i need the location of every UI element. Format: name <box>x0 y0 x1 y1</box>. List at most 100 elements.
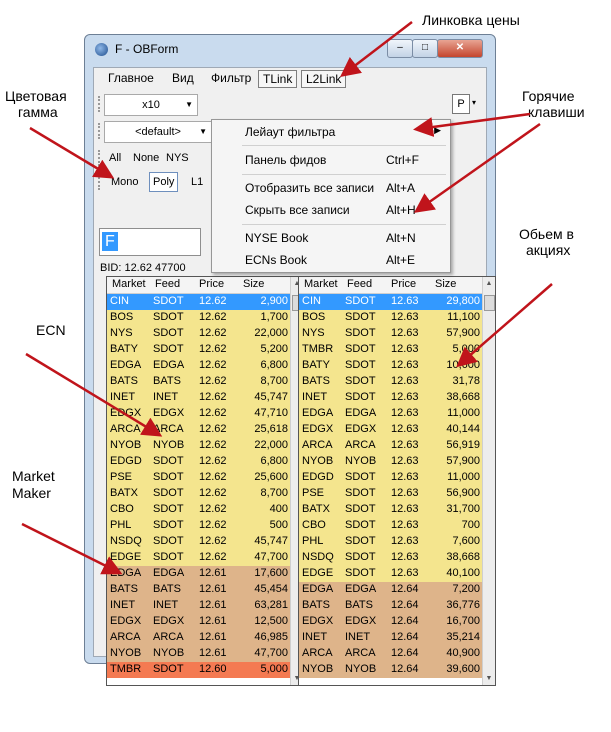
table-row[interactable]: BATS BATS 12.61 45,454 <box>107 582 291 598</box>
ask-scrollbar[interactable]: ▲ ▼ <box>482 277 495 685</box>
menu-view[interactable]: Вид <box>172 71 194 85</box>
feed-cell: SDOT <box>153 519 184 531</box>
table-row[interactable]: ARCA ARCA 12.62 25,618 <box>107 422 291 438</box>
menu-main[interactable]: Главное <box>108 71 154 85</box>
table-row[interactable]: BOS SDOT 12.62 1,700 <box>107 310 291 326</box>
table-row[interactable]: NSDQ SDOT 12.63 38,668 <box>299 550 483 566</box>
table-row[interactable]: NYS SDOT 12.62 22,000 <box>107 326 291 342</box>
title-bar[interactable]: F - OBForm – □ ✕ <box>85 35 495 63</box>
feed-cell: SDOT <box>345 535 376 547</box>
scroll-up-icon[interactable]: ▲ <box>483 280 495 287</box>
l1-button[interactable]: L1 <box>188 173 206 191</box>
table-row[interactable]: EDGA EDGA 12.63 11,000 <box>299 406 483 422</box>
table-row[interactable]: EDGX EDGX 12.61 12,500 <box>107 614 291 630</box>
bid-table-header: Market Feed Price Size <box>107 277 291 294</box>
table-row[interactable]: NYOB NYOB 12.61 47,700 <box>107 646 291 662</box>
poly-button[interactable]: Poly <box>149 172 179 192</box>
grip-handle[interactable] <box>98 96 102 112</box>
table-row[interactable]: TMBR SDOT 12.60 5,000 <box>107 662 291 678</box>
table-row[interactable]: CIN SDOT 12.63 29,800 <box>299 294 483 310</box>
none-button[interactable]: None <box>130 149 162 167</box>
column-header-price[interactable]: Price <box>199 278 224 290</box>
table-row[interactable]: CIN SDOT 12.62 2,900 <box>107 294 291 310</box>
table-row[interactable]: EDGX EDGX 12.62 47,710 <box>107 406 291 422</box>
table-row[interactable]: CBO SDOT 12.63 700 <box>299 518 483 534</box>
mono-button[interactable]: Mono <box>108 173 142 191</box>
column-header-feed[interactable]: Feed <box>347 278 372 290</box>
table-row[interactable]: EDGA EDGA 12.62 6,800 <box>107 358 291 374</box>
grip-handle[interactable] <box>98 123 102 139</box>
table-row[interactable]: EDGX EDGX 12.63 40,144 <box>299 422 483 438</box>
menu-item-ecns-book[interactable]: ECNs Book Alt+E <box>212 250 450 270</box>
multiplier-combo[interactable]: x10 ▼ <box>104 94 198 116</box>
p-button[interactable]: P <box>452 94 470 114</box>
table-row[interactable]: EDGA EDGA 12.64 7,200 <box>299 582 483 598</box>
table-row[interactable]: INET INET 12.62 45,747 <box>107 390 291 406</box>
column-header-size[interactable]: Size <box>243 278 264 290</box>
table-row[interactable]: ARCA ARCA 12.61 46,985 <box>107 630 291 646</box>
grip-handle[interactable] <box>98 174 102 190</box>
table-row[interactable]: BATS BATS 12.62 8,700 <box>107 374 291 390</box>
table-row[interactable]: NSDQ SDOT 12.62 45,747 <box>107 534 291 550</box>
market-cell: EDGE <box>302 567 334 579</box>
scroll-down-icon[interactable]: ▼ <box>483 675 495 682</box>
close-button[interactable]: ✕ <box>437 39 483 58</box>
table-row[interactable]: NYS SDOT 12.63 57,900 <box>299 326 483 342</box>
table-row[interactable]: EDGD SDOT 12.63 11,000 <box>299 470 483 486</box>
scroll-thumb[interactable] <box>484 295 495 311</box>
table-row[interactable]: NYOB NYOB 12.62 22,000 <box>107 438 291 454</box>
column-header-market[interactable]: Market <box>112 278 146 290</box>
price-cell: 12.64 <box>391 647 419 659</box>
size-cell: 46,985 <box>254 631 288 643</box>
all-button[interactable]: All <box>106 149 124 167</box>
table-row[interactable]: EDGD SDOT 12.62 6,800 <box>107 454 291 470</box>
market-cell: BATS <box>302 599 330 611</box>
menu-filter[interactable]: Фильтр <box>211 71 251 85</box>
symbol-input[interactable]: F <box>99 228 201 256</box>
table-row[interactable]: PSE SDOT 12.63 56,900 <box>299 486 483 502</box>
table-row[interactable]: INET INET 12.64 35,214 <box>299 630 483 646</box>
column-header-size[interactable]: Size <box>435 278 456 290</box>
table-row[interactable]: BATY SDOT 12.63 10,600 <box>299 358 483 374</box>
size-cell: 1,700 <box>260 311 288 323</box>
table-row[interactable]: INET SDOT 12.63 38,668 <box>299 390 483 406</box>
tab-tlink[interactable]: TLink <box>258 70 298 88</box>
menu-item-filter-layout[interactable]: Лейаут фильтра ▶ <box>212 122 450 142</box>
table-row[interactable]: NYOB NYOB 12.63 57,900 <box>299 454 483 470</box>
table-row[interactable]: EDGA EDGA 12.61 17,600 <box>107 566 291 582</box>
table-row[interactable]: EDGE SDOT 12.62 47,700 <box>107 550 291 566</box>
overflow-chevron-icon[interactable]: ▾ <box>472 98 476 107</box>
minimize-button[interactable]: – <box>387 39 413 58</box>
table-row[interactable]: EDGX EDGX 12.64 16,700 <box>299 614 483 630</box>
table-row[interactable]: BATX SDOT 12.62 8,700 <box>107 486 291 502</box>
table-row[interactable]: BATS SDOT 12.63 31,78 <box>299 374 483 390</box>
table-row[interactable]: TMBR SDOT 12.63 5,000 <box>299 342 483 358</box>
maximize-button[interactable]: □ <box>412 39 438 58</box>
preset-combo[interactable]: <default> ▼ <box>104 121 212 143</box>
grip-handle[interactable] <box>98 150 102 166</box>
tab-l2link[interactable]: L2Link <box>301 70 347 88</box>
table-row[interactable]: ARCA ARCA 12.63 56,919 <box>299 438 483 454</box>
nys-button[interactable]: NYS <box>163 149 192 167</box>
table-row[interactable]: BATY SDOT 12.62 5,200 <box>107 342 291 358</box>
table-row[interactable]: CBO SDOT 12.62 400 <box>107 502 291 518</box>
annotation-market-maker-line2: Maker <box>12 485 51 501</box>
table-row[interactable]: BATS BATS 12.64 36,776 <box>299 598 483 614</box>
table-row[interactable]: PHL SDOT 12.63 7,600 <box>299 534 483 550</box>
menu-item-show-all[interactable]: Отобразить все записи Alt+A <box>212 178 450 198</box>
table-row[interactable]: PHL SDOT 12.62 500 <box>107 518 291 534</box>
column-header-market[interactable]: Market <box>304 278 338 290</box>
table-row[interactable]: NYOB NYOB 12.64 39,600 <box>299 662 483 678</box>
market-cell: EDGA <box>110 359 142 371</box>
table-row[interactable]: ARCA ARCA 12.64 40,900 <box>299 646 483 662</box>
table-row[interactable]: BOS SDOT 12.63 11,100 <box>299 310 483 326</box>
menu-item-nyse-book[interactable]: NYSE Book Alt+N <box>212 228 450 248</box>
menu-item-feed-panel[interactable]: Панель фидов Ctrl+F <box>212 150 450 170</box>
menu-item-hide-all[interactable]: Скрыть все записи Alt+H <box>212 200 450 220</box>
table-row[interactable]: INET INET 12.61 63,281 <box>107 598 291 614</box>
column-header-price[interactable]: Price <box>391 278 416 290</box>
table-row[interactable]: BATX SDOT 12.63 31,700 <box>299 502 483 518</box>
column-header-feed[interactable]: Feed <box>155 278 180 290</box>
table-row[interactable]: PSE SDOT 12.62 25,600 <box>107 470 291 486</box>
table-row[interactable]: EDGE SDOT 12.63 40,100 <box>299 566 483 582</box>
